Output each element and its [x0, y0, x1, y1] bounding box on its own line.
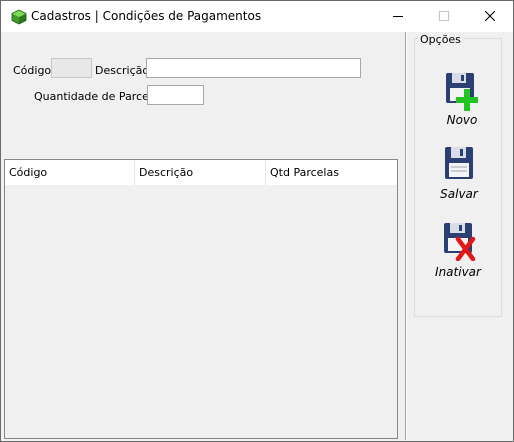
minimize-button[interactable]	[375, 1, 421, 32]
main-window: Cadastros | Condições de Pagamentos Códi…	[0, 0, 514, 442]
descricao-field[interactable]	[146, 58, 361, 78]
qtd-parcelas-label: Quantidade de Parcels	[34, 90, 158, 103]
floppy-add-icon	[446, 73, 478, 111]
descricao-label: Descrição	[95, 64, 150, 77]
inativar-button[interactable]: Inativar	[428, 221, 488, 283]
options-title: Opções	[418, 33, 463, 46]
qtd-parcelas-field[interactable]	[147, 85, 204, 105]
column-header-qtd-parcelas[interactable]: Qtd Parcelas	[266, 160, 397, 185]
grid-header: Código Descrição Qtd Parcelas	[5, 160, 397, 185]
inativar-label: Inativar	[435, 265, 481, 279]
panel-divider	[405, 32, 407, 440]
window-title: Cadastros | Condições de Pagamentos	[31, 9, 262, 23]
codigo-field[interactable]	[51, 58, 92, 78]
condicoes-grid[interactable]: Código Descrição Qtd Parcelas	[4, 159, 398, 439]
column-header-codigo[interactable]: Código	[5, 160, 135, 185]
codigo-label: Código	[13, 64, 52, 77]
maximize-button	[421, 1, 467, 32]
floppy-delete-icon	[444, 223, 476, 261]
maximize-icon	[439, 11, 449, 21]
green-cube-icon	[11, 9, 27, 25]
title-bar[interactable]: Cadastros | Condições de Pagamentos	[1, 1, 513, 32]
salvar-button[interactable]: Salvar	[429, 145, 489, 207]
column-header-descricao[interactable]: Descrição	[135, 160, 266, 185]
minimize-icon	[393, 16, 403, 17]
novo-button[interactable]: Novo	[432, 71, 492, 133]
close-button[interactable]	[467, 1, 513, 32]
close-icon	[485, 11, 495, 21]
salvar-label: Salvar	[440, 187, 478, 201]
novo-label: Novo	[446, 113, 478, 127]
floppy-save-icon	[445, 147, 473, 179]
